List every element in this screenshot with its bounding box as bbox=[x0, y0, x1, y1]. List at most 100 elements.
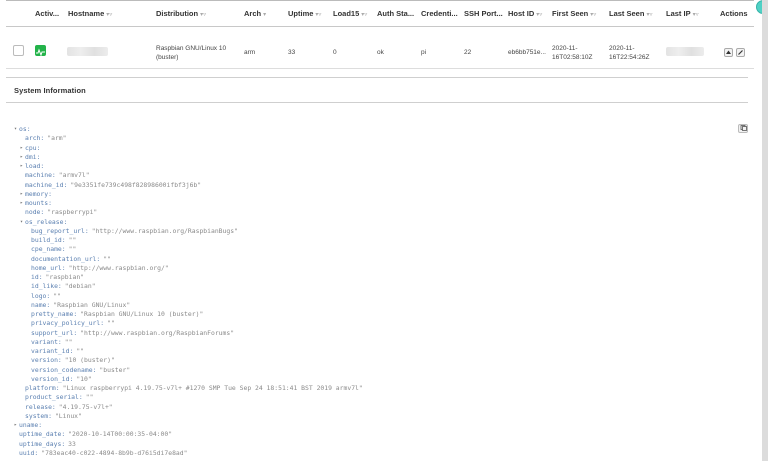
tree-key: support_url: bbox=[31, 328, 78, 337]
collapse-icon[interactable]: ▾ bbox=[20, 218, 23, 227]
collapse-icon[interactable]: ▾ bbox=[14, 125, 17, 134]
tree-node[interactable]: ▸ cpu: bbox=[20, 143, 41, 153]
tree-key: os_release: bbox=[25, 217, 68, 226]
col-activity[interactable]: Activ... bbox=[35, 9, 59, 18]
tree-key: cpe_name: bbox=[31, 245, 66, 254]
tree-key: logo: bbox=[31, 291, 51, 300]
sort-icon: ▾▿ bbox=[590, 12, 597, 18]
section-divider-bottom bbox=[6, 102, 748, 103]
expand-icon[interactable]: ▸ bbox=[20, 153, 23, 162]
tree-node: machine: "armv7l" bbox=[25, 171, 90, 180]
tree-key: uuid: bbox=[19, 448, 39, 457]
tree-key: home_url: bbox=[31, 263, 66, 272]
copy-button[interactable] bbox=[738, 124, 748, 133]
load15-cell: 0 bbox=[333, 49, 337, 56]
section-title: System Information bbox=[14, 86, 86, 95]
tree-node: variant_id: "" bbox=[31, 347, 84, 356]
first-seen-cell: 2020-11- 16T02:58:10Z bbox=[552, 45, 593, 61]
tree-key: privacy_policy_url: bbox=[31, 319, 105, 328]
scroll-gutter[interactable] bbox=[762, 0, 768, 461]
tree-value: "buster" bbox=[99, 365, 131, 374]
tree-value: "10" bbox=[76, 374, 92, 383]
tree-node: build_id: "" bbox=[31, 236, 76, 245]
tree-value: "9e3351fe739c498f82898600ifbf3j6b" bbox=[70, 180, 202, 189]
col-arch[interactable]: Arch ▾ bbox=[244, 9, 266, 18]
tree-value: "debian" bbox=[64, 282, 96, 291]
tree-node: id: "raspbian" bbox=[31, 273, 84, 282]
last-ip-redacted bbox=[666, 47, 704, 56]
auth-status-cell: ok bbox=[377, 49, 384, 56]
tree-node[interactable]: ▸ memory: bbox=[20, 190, 52, 199]
col-last-seen[interactable]: Last Seen ▾▿ bbox=[609, 9, 652, 18]
pulse-icon bbox=[35, 45, 46, 57]
expand-icon[interactable]: ▸ bbox=[20, 144, 23, 153]
tree-key: uptime_date: bbox=[19, 430, 66, 439]
tree-node: support_url: "http://www.raspbian.org/Ras… bbox=[31, 329, 234, 338]
expand-icon[interactable]: ▸ bbox=[20, 199, 23, 208]
tree-value: "" bbox=[68, 245, 77, 254]
tree-key: variant_id: bbox=[31, 347, 74, 355]
tree-node: version_id: "10" bbox=[31, 375, 92, 384]
col-credentials[interactable]: Credenti... bbox=[421, 9, 458, 18]
col-uptime[interactable]: Uptime ▾▿ bbox=[288, 9, 321, 18]
ssh-port-cell: 22 bbox=[464, 49, 472, 56]
tree-key: node: bbox=[25, 208, 45, 217]
tree-node: release: "4.19.75-v7l+" bbox=[25, 403, 113, 412]
tree-key: uname: bbox=[19, 421, 43, 429]
tree-node[interactable]: ▸ load: bbox=[20, 162, 45, 171]
col-load15[interactable]: Load15 ▾▿ bbox=[333, 9, 367, 18]
tree-node: node: "raspberrypi" bbox=[25, 208, 97, 217]
tree-key: product_serial: bbox=[25, 393, 83, 402]
expand-icon[interactable]: ▸ bbox=[20, 190, 23, 199]
sort-icon: ▾▿ bbox=[200, 12, 207, 18]
terminal-button[interactable] bbox=[724, 48, 733, 57]
tree-key: cpu: bbox=[25, 143, 41, 152]
uptime-cell: 33 bbox=[288, 49, 296, 56]
sort-icon: ▾▿ bbox=[536, 12, 543, 18]
sort-icon: ▾▿ bbox=[361, 12, 368, 18]
tree-key: load: bbox=[25, 162, 45, 170]
tree-node: documentation_url: "" bbox=[31, 255, 111, 264]
col-host-id[interactable]: Host ID ▾▿ bbox=[508, 9, 542, 18]
tree-value: "" bbox=[103, 254, 111, 263]
tree-node[interactable]: ▾ os_release: bbox=[20, 217, 68, 227]
tree-value: "raspberrypi" bbox=[47, 208, 98, 217]
tree-value: "10 (buster)" bbox=[64, 356, 115, 365]
tree-node[interactable]: ▾ os: bbox=[14, 125, 31, 134]
tree-node[interactable]: ▸ mounts: bbox=[20, 199, 52, 208]
tree-key: documentation_url: bbox=[31, 254, 101, 263]
tree-key: variant: bbox=[31, 337, 62, 346]
col-hostname[interactable]: Hostname ▾▿ bbox=[68, 9, 112, 18]
col-auth-status[interactable]: Auth Sta... bbox=[377, 9, 414, 18]
tree-node: bug_report_url: "http://www.raspbian.org/… bbox=[31, 227, 238, 236]
arch-cell: arm bbox=[244, 49, 256, 56]
tree-key: bug_report_url: bbox=[31, 226, 89, 235]
col-last-ip[interactable]: Last IP ▾▿ bbox=[666, 9, 699, 18]
tree-value: "Linux" bbox=[54, 411, 82, 420]
table-header: Activ... Hostname ▾▿ Distribution ▾▿ Arch ▾… bbox=[6, 0, 754, 27]
tree-node: machine_id: "9e3351fe739c498f82898600ifbf… bbox=[25, 181, 201, 190]
tree-key: machine: bbox=[25, 171, 56, 180]
copy-icon bbox=[740, 125, 747, 131]
expand-icon[interactable]: ▸ bbox=[20, 162, 23, 171]
row-checkbox[interactable] bbox=[13, 45, 24, 56]
tree-value: 33 bbox=[68, 439, 76, 448]
col-first-seen[interactable]: First Seen ▾▿ bbox=[552, 9, 596, 18]
col-ssh-port[interactable]: SSH Port... bbox=[464, 9, 503, 18]
edit-button[interactable] bbox=[736, 48, 745, 57]
tree-node: uuid: "783eac40-c022-4894-8b9b-d76i5di7e8… bbox=[19, 449, 187, 458]
tree-key: arch: bbox=[25, 134, 45, 143]
tree-key: id: bbox=[31, 273, 43, 281]
col-distribution[interactable]: Distribution ▾▿ bbox=[156, 9, 206, 18]
tree-node[interactable]: ▸ dmi: bbox=[20, 153, 40, 162]
tree-value: "http://www.raspbian.org/RaspbianForums" bbox=[80, 328, 235, 337]
table-row[interactable]: Raspbian GNU/Linux 10 (buster) arm 33 0 … bbox=[6, 36, 754, 69]
tree-node: variant: "" bbox=[31, 338, 72, 347]
tree-value: "" bbox=[53, 291, 61, 300]
tree-node: version: "10 (buster)" bbox=[31, 356, 115, 365]
tree-value: "" bbox=[68, 236, 77, 244]
expand-icon[interactable]: ▸ bbox=[14, 421, 17, 430]
section-divider-top bbox=[6, 77, 748, 78]
credentials-cell: pi bbox=[421, 49, 427, 56]
tree-node[interactable]: ▸ uname: bbox=[14, 421, 43, 430]
